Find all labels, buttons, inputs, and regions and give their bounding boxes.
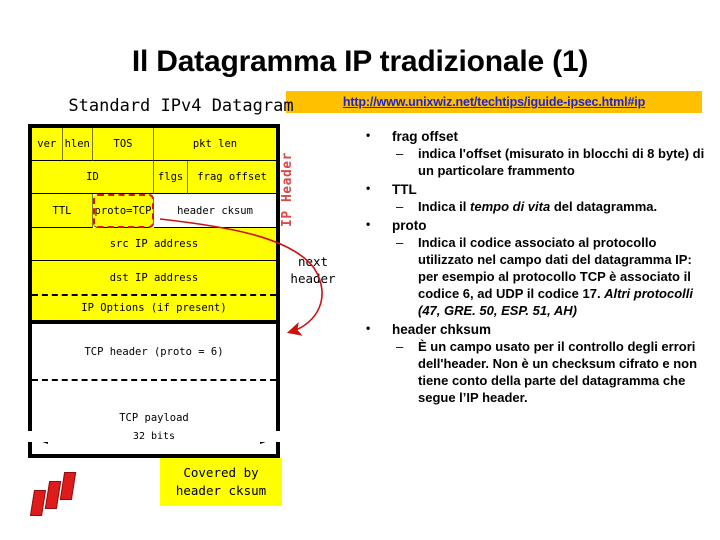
table-row: TTL proto=TCP header cksum — [32, 194, 276, 228]
table-row: ID flgs frag offset — [32, 161, 276, 194]
bullet-level1-proto: • proto — [360, 217, 708, 234]
table-row: TCP header (proto = 6) — [32, 324, 276, 379]
page-title: Il Datagramma IP tradizionale (1) — [131, 45, 589, 78]
field-tos: TOS — [93, 128, 154, 161]
covered-line1: Covered by — [183, 464, 259, 480]
diagram-caption: Standard IPv4 Datagram — [68, 96, 294, 116]
field-frag-offset: frag offset — [188, 161, 276, 194]
bullet-marker-icon: • — [366, 217, 371, 232]
bullet-level2-header-chksum: – È un campo usato per il controllo degl… — [360, 339, 708, 407]
field-proto-highlighted: proto=TCP — [93, 194, 154, 228]
measure-label: 32 bits — [28, 431, 280, 442]
covered-line2: header cksum — [175, 483, 267, 498]
field-flgs: flgs — [154, 161, 189, 194]
table-row: src IP address — [32, 228, 276, 261]
field-hlen: hlen — [62, 128, 93, 161]
next-header-label: next header — [284, 254, 342, 288]
field-dst-ip: dst IP address — [32, 261, 276, 294]
dash-marker-icon: – — [396, 146, 404, 162]
red-bar-3 — [59, 472, 77, 500]
bullet-level1-header-chksum: • header chksum — [360, 321, 708, 338]
field-id: ID — [32, 161, 154, 194]
dash-marker-icon: – — [396, 199, 404, 215]
bullet-level2-text: Indica il tempo di vita del datagramma. — [418, 199, 658, 215]
width-measure-32-bits: 32 bits — [28, 428, 280, 452]
table-row: IP Options (if present) — [32, 294, 276, 324]
table-row: ver hlen TOS pkt len — [32, 128, 276, 161]
field-header-cksum: header cksum — [154, 194, 276, 228]
bullet-level2-ttl: – Indica il tempo di vita del datagramma… — [360, 199, 708, 216]
dash-marker-icon: – — [396, 339, 404, 355]
field-pkt-len: pkt len — [154, 128, 276, 161]
bullet-level2-frag-offset: – indica l'offset (misurato in blocchi d… — [360, 146, 708, 180]
bullet-level1-label: proto — [392, 218, 427, 234]
bullet-level2-text: È un campo usato per il controllo degli … — [418, 339, 698, 405]
field-src-ip: src IP address — [32, 228, 276, 261]
bullet-level2-text: Indica il codice associato al protocollo… — [418, 235, 694, 319]
packet-structure: ver hlen TOS pkt len ID flgs frag offset… — [28, 124, 280, 458]
dash-marker-icon: – — [396, 235, 404, 251]
field-tcp-header: TCP header (proto = 6) — [32, 324, 276, 379]
bullet-level1-label: header chksum — [392, 321, 492, 337]
bullet-level2-text: indica l'offset (misurato in blocchi di … — [418, 146, 705, 179]
source-url-link[interactable]: http://www.unixwiz.net/techtips/iguide-i… — [343, 95, 645, 109]
bullet-level1-label: TTL — [392, 182, 417, 198]
red-bar-1 — [29, 490, 47, 516]
bullet-level1-frag-offset: • frag offset — [360, 128, 708, 145]
bullet-level1-ttl: • TTL — [360, 181, 708, 198]
bullet-level2-proto: – Indica il codice associato al protocol… — [360, 235, 708, 319]
field-ttl: TTL — [32, 194, 93, 228]
next-header-line1: next — [297, 254, 329, 269]
bullet-list: • frag offset – indica l'offset (misurat… — [360, 128, 708, 408]
next-header-line2: header — [290, 270, 336, 286]
url-banner: http://www.unixwiz.net/techtips/iguide-i… — [286, 91, 702, 113]
bullet-marker-icon: • — [366, 181, 371, 196]
red-bar-2 — [44, 481, 62, 509]
field-ver: ver — [32, 128, 63, 161]
covered-by-header-cksum-box: Covered by header cksum — [160, 458, 282, 506]
ipv4-datagram-diagram: Standard IPv4 Datagram ver hlen TOS pkt … — [22, 96, 342, 526]
field-ip-options: IP Options (if present) — [32, 294, 276, 324]
measure-label-text: 32 bits — [128, 431, 180, 442]
table-row: dst IP address — [32, 261, 276, 294]
red-bars-decoration — [29, 468, 90, 516]
bullet-marker-icon: • — [366, 320, 371, 335]
bullet-level1-label: frag offset — [392, 129, 459, 144]
ip-header-side-label: IP Header — [280, 152, 295, 228]
bullet-marker-icon: • — [366, 128, 371, 142]
